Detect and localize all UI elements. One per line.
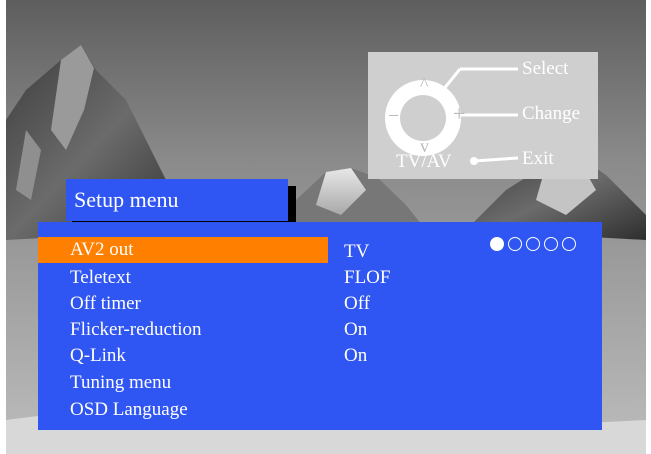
option-dot-icon bbox=[508, 237, 522, 251]
menu-value-teletext[interactable]: FLOF bbox=[344, 265, 390, 291]
option-indicator-dots bbox=[490, 237, 576, 253]
change-label: Change bbox=[522, 103, 581, 124]
menu-item-flicker-reduction[interactable]: Flicker-reduction bbox=[38, 317, 328, 343]
menu-item-q-link[interactable]: Q-Link bbox=[38, 343, 328, 369]
menu-item-tuning-menu[interactable]: Tuning menu bbox=[38, 370, 328, 396]
remote-help-panel: ^ v − + Select Change Exit TV/AV bbox=[368, 52, 598, 179]
option-dot-icon bbox=[526, 237, 540, 251]
option-dot-icon bbox=[544, 237, 558, 251]
menu-value-av2-out[interactable]: TV bbox=[344, 239, 369, 265]
menu-item-osd-language[interactable]: OSD Language bbox=[38, 397, 328, 423]
menu-value-q-link[interactable]: On bbox=[344, 343, 367, 369]
menu-item-off-timer[interactable]: Off timer bbox=[38, 291, 328, 317]
option-dot-icon bbox=[490, 237, 504, 251]
tvav-label: TV/AV bbox=[396, 151, 452, 172]
select-label: Select bbox=[522, 58, 569, 79]
up-arrow-icon: ^ bbox=[420, 74, 429, 94]
exit-label: Exit bbox=[522, 148, 554, 169]
plus-icon: + bbox=[453, 101, 466, 126]
menu-value-flicker-reduction[interactable]: On bbox=[344, 317, 367, 343]
menu-title: Setup menu bbox=[66, 179, 288, 221]
option-dot-icon bbox=[562, 237, 576, 251]
tv-screen: ^ v − + Select Change Exit TV/AV Setup m… bbox=[6, 0, 646, 454]
menu-item-av2-out[interactable]: AV2 out bbox=[38, 237, 328, 263]
setup-menu-panel: AV2 out TV Teletext FLOF Off timer Off F… bbox=[38, 222, 602, 430]
menu-value-off-timer[interactable]: Off bbox=[344, 291, 370, 317]
minus-icon: − bbox=[388, 105, 400, 127]
menu-item-teletext[interactable]: Teletext bbox=[38, 265, 328, 291]
